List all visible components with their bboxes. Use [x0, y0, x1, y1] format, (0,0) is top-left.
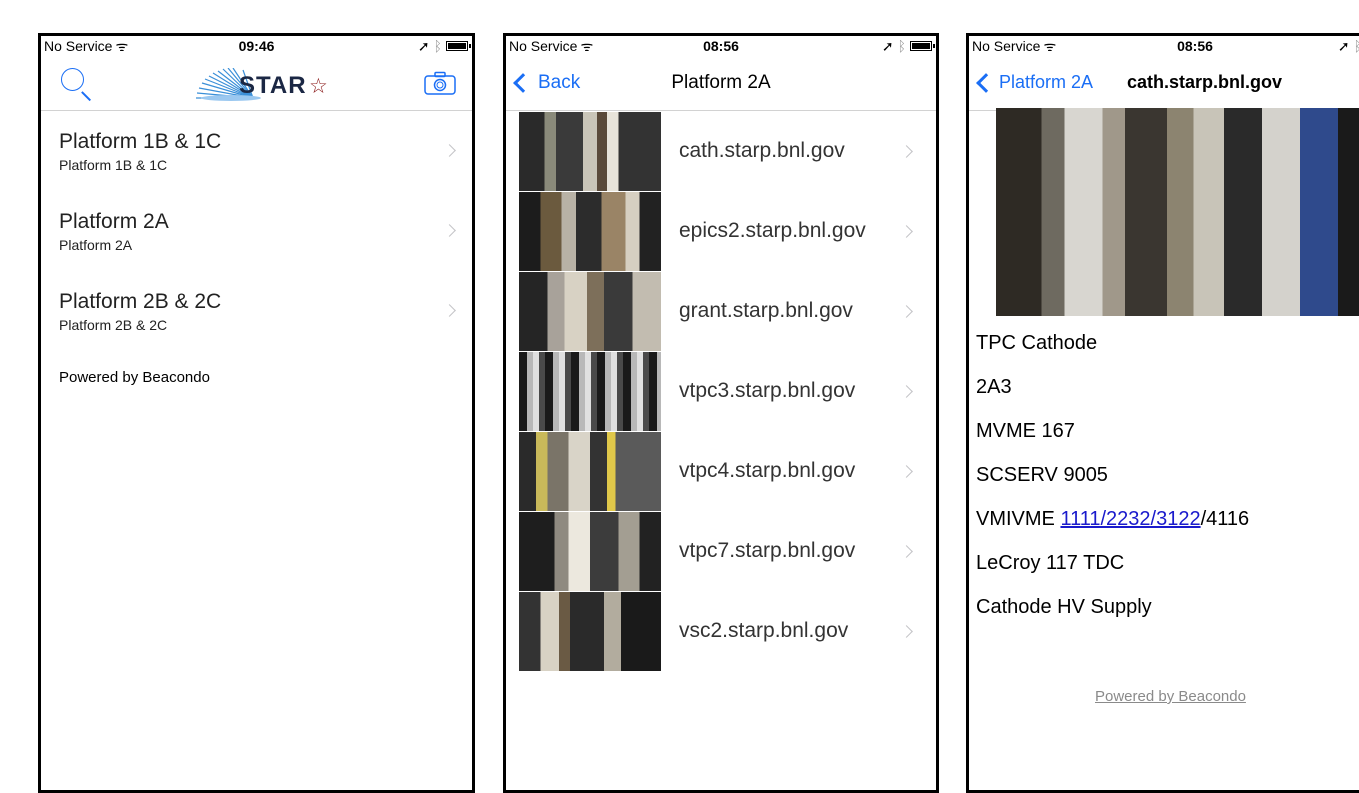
detail-line-vmivme: VMIVME 1111/2232/3122/4116: [976, 508, 1250, 530]
detail-line: TPC Cathode: [976, 332, 1098, 354]
host-thumbnail: [519, 512, 661, 592]
list-item[interactable]: Platform 1B & 1C Platform 1B & 1C: [41, 111, 472, 191]
powered-by-link[interactable]: Powered by Beacondo: [1095, 688, 1246, 705]
list-item[interactable]: Platform 2B & 2C Platform 2B & 2C: [41, 271, 472, 351]
host-thumbnail: [519, 432, 661, 512]
battery-icon: [910, 41, 935, 51]
list-item[interactable]: vtpc7.starp.bnl.gov: [519, 512, 929, 592]
host-details: TPC Cathode 2A3 MVME 167 SCSERV 9005 VMI…: [976, 328, 1249, 636]
list-item[interactable]: grant.starp.bnl.gov: [519, 272, 929, 352]
detail-line: SCSERV 9005: [976, 464, 1108, 486]
phone-screen-host-detail: No Serviceᯤ 08:56 ➚ ᛒ Platform 2A cath.s…: [966, 33, 1359, 793]
status-time: 09:46: [238, 38, 275, 54]
list-item[interactable]: Platform 2A Platform 2A: [41, 191, 472, 271]
status-bar: No Serviceᯤ 08:56 ➚ ᛒ: [969, 36, 1359, 58]
phone-screen-home: No Service ᯤ 09:46 ➚ ᛒ STAR ☆ Platform 1…: [38, 33, 475, 793]
nav-bar: STAR ☆: [41, 58, 472, 111]
bluetooth-icon: ᛒ: [897, 38, 906, 54]
battery-icon: [446, 41, 471, 51]
search-icon[interactable]: [61, 68, 92, 101]
host-thumbnail: [519, 192, 661, 272]
back-button[interactable]: Platform 2A: [975, 72, 1093, 93]
chevron-right-icon: [900, 305, 913, 318]
location-icon: ➚: [417, 38, 430, 54]
page-title: cath.starp.bnl.gov: [1127, 72, 1283, 92]
bluetooth-icon: ᛒ: [433, 38, 442, 54]
chevron-right-icon: [900, 625, 913, 638]
detail-line: MVME 167: [976, 420, 1075, 442]
bluetooth-icon: ᛒ: [1354, 36, 1359, 56]
list-item[interactable]: vtpc3.starp.bnl.gov: [519, 352, 929, 432]
host-list: cath.starp.bnl.gov epics2.starp.bnl.gov …: [519, 112, 929, 672]
host-thumbnail: [519, 112, 661, 192]
detail-line: 2A3: [976, 376, 1012, 398]
chevron-right-icon: [443, 304, 456, 317]
chevron-right-icon: [443, 224, 456, 237]
host-thumbnail: [519, 352, 661, 432]
detail-line: Cathode HV Supply: [976, 596, 1152, 618]
location-icon: ➚: [881, 38, 894, 54]
list-item[interactable]: vtpc4.starp.bnl.gov: [519, 432, 929, 512]
camera-icon[interactable]: [424, 71, 456, 95]
list-item[interactable]: cath.starp.bnl.gov: [519, 112, 929, 192]
status-time: 08:56: [1177, 38, 1213, 54]
nav-bar: Back Platform 2A: [506, 58, 936, 111]
status-time: 08:56: [703, 38, 739, 54]
nav-bar: Platform 2A cath.starp.bnl.gov: [969, 58, 1359, 111]
chevron-right-icon: [443, 144, 456, 157]
platform-list: Platform 1B & 1C Platform 1B & 1C Platfo…: [41, 111, 472, 351]
location-icon: ➚: [1337, 38, 1350, 54]
logo-text: STAR: [239, 72, 307, 99]
chevron-left-icon: [976, 72, 996, 93]
page-title: Platform 2A: [671, 72, 771, 93]
chevron-right-icon: [900, 145, 913, 158]
host-thumbnail: [519, 592, 661, 672]
powered-by-label: Powered by Beacondo: [59, 369, 210, 386]
phone-screen-platform: No Service ᯤ 08:56 ➚ ᛒ Back Platform 2A c…: [503, 33, 939, 793]
chevron-right-icon: [900, 465, 913, 478]
chevron-right-icon: [900, 385, 913, 398]
detail-line: LeCroy 117 TDC: [976, 552, 1125, 574]
chevron-right-icon: [900, 545, 913, 558]
chevron-right-icon: [900, 225, 913, 238]
host-thumbnail: [519, 272, 661, 352]
list-item[interactable]: vsc2.starp.bnl.gov: [519, 592, 929, 672]
vmivme-link[interactable]: 1111/2232/3122: [1060, 508, 1200, 530]
status-bar: No Serviceᯤ 08:56 ➚ ᛒ: [506, 36, 936, 58]
list-item[interactable]: epics2.starp.bnl.gov: [519, 192, 929, 272]
star-logo: STAR ☆: [191, 66, 341, 104]
host-photo: [996, 108, 1359, 316]
status-bar: No Service ᯤ 09:46 ➚ ᛒ: [41, 36, 472, 58]
logo-star-icon: ☆: [309, 75, 328, 98]
